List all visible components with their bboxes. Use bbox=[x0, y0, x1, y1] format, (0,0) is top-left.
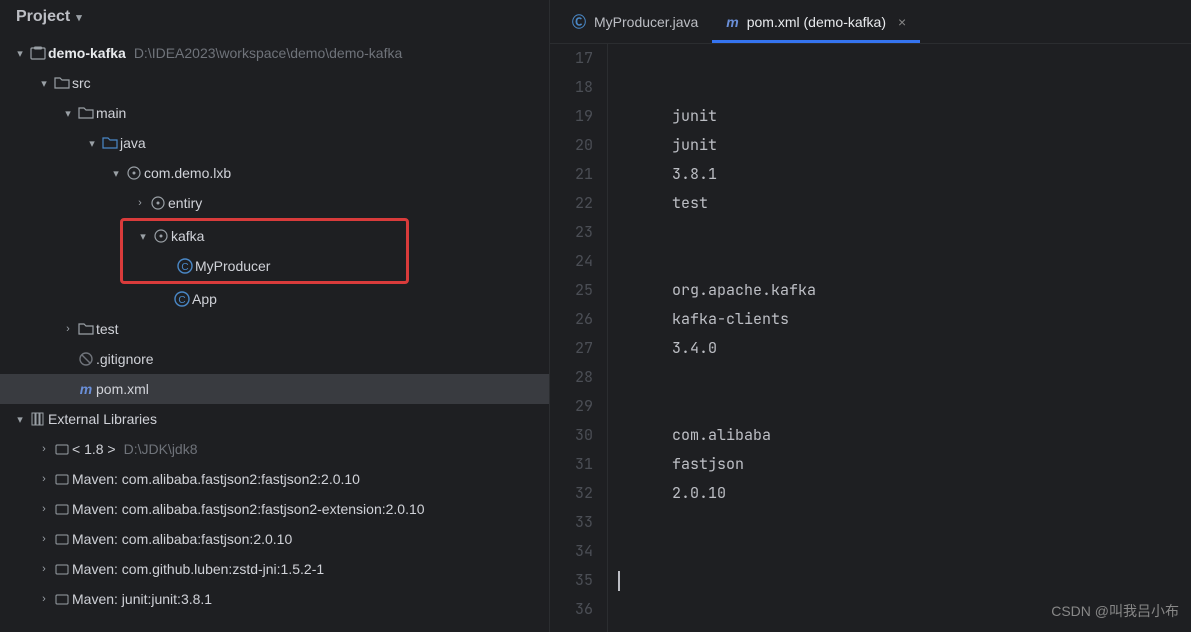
tree-label: kafka bbox=[171, 228, 204, 244]
highlight-box: ▾ kafka C MyProducer bbox=[120, 218, 409, 284]
project-panel: Project ▾ ▾ demo-kafka D:\IDEA2023\works… bbox=[0, 0, 550, 632]
tree-label: main bbox=[96, 105, 126, 121]
chevron-right-icon: › bbox=[36, 473, 52, 485]
tree-label: java bbox=[120, 135, 146, 151]
tab-label: pom.xml (demo-kafka) bbox=[747, 14, 886, 30]
chevron-down-icon: ▾ bbox=[108, 167, 124, 180]
chevron-right-icon: › bbox=[36, 593, 52, 605]
editor-tabs: Ⓒ MyProducer.java m pom.xml (demo-kafka)… bbox=[550, 0, 1191, 44]
tree-path: D:\JDK\jdk8 bbox=[124, 441, 198, 457]
folder-icon bbox=[52, 75, 72, 91]
tree-lib[interactable]: › Maven: junit:junit:3.8.1 bbox=[0, 584, 549, 614]
tab-label: MyProducer.java bbox=[594, 14, 698, 30]
tree-java[interactable]: ▾ java bbox=[0, 128, 549, 158]
class-icon: C bbox=[175, 258, 195, 274]
chevron-down-icon: ▾ bbox=[36, 77, 52, 90]
tree-main[interactable]: ▾ main bbox=[0, 98, 549, 128]
tree-test[interactable]: › test bbox=[0, 314, 549, 344]
folder-icon bbox=[76, 105, 96, 121]
tab-myproducer[interactable]: Ⓒ MyProducer.java bbox=[558, 0, 712, 43]
tree-lib[interactable]: › Maven: com.github.luben:zstd-jni:1.5.2… bbox=[0, 554, 549, 584]
maven-icon: m bbox=[76, 381, 96, 397]
tree-package[interactable]: ▾ com.demo.lxb bbox=[0, 158, 549, 188]
chevron-down-icon: ▾ bbox=[12, 413, 28, 426]
tree-lib[interactable]: › Maven: com.alibaba.fastjson2:fastjson2… bbox=[0, 494, 549, 524]
svg-text:C: C bbox=[178, 295, 185, 306]
folder-icon bbox=[76, 321, 96, 337]
tree-label: Maven: com.alibaba:fastjson:2.0.10 bbox=[72, 531, 292, 547]
chevron-right-icon: › bbox=[36, 563, 52, 575]
library-icon bbox=[52, 501, 72, 517]
tree-gitignore[interactable]: .gitignore bbox=[0, 344, 549, 374]
library-icon bbox=[52, 531, 72, 547]
chevron-down-icon: ▾ bbox=[12, 47, 28, 60]
library-icon bbox=[52, 471, 72, 487]
tree-label: Maven: com.github.luben:zstd-jni:1.5.2-1 bbox=[72, 561, 324, 577]
tree-myproducer[interactable]: C MyProducer bbox=[123, 251, 406, 281]
maven-icon: m bbox=[726, 14, 738, 30]
code-area[interactable]: junit junit 3.8.1 test org.apache.kafka … bbox=[608, 44, 1191, 632]
tree-label: test bbox=[96, 321, 119, 337]
tree-entiry[interactable]: › entiry bbox=[0, 188, 549, 218]
tree-root-label: demo-kafka bbox=[48, 45, 126, 61]
tree-label: External Libraries bbox=[48, 411, 157, 427]
tree-src[interactable]: ▾ src bbox=[0, 68, 549, 98]
library-icon bbox=[52, 561, 72, 577]
tree-app[interactable]: C App bbox=[0, 284, 549, 314]
tree-label: Maven: junit:junit:3.8.1 bbox=[72, 591, 212, 607]
tree-lib[interactable]: › Maven: com.alibaba:fastjson:2.0.10 bbox=[0, 524, 549, 554]
tree-lib[interactable]: › Maven: com.alibaba.fastjson2:fastjson2… bbox=[0, 464, 549, 494]
source-folder-icon bbox=[100, 135, 120, 151]
tree-root[interactable]: ▾ demo-kafka D:\IDEA2023\workspace\demo\… bbox=[0, 38, 549, 68]
watermark: CSDN @叫我吕小布 bbox=[1051, 597, 1179, 626]
chevron-right-icon: › bbox=[132, 197, 148, 209]
editor-panel: Ⓒ MyProducer.java m pom.xml (demo-kafka)… bbox=[550, 0, 1191, 632]
chevron-right-icon: › bbox=[36, 443, 52, 455]
tree-label: MyProducer bbox=[195, 258, 270, 274]
close-icon[interactable]: × bbox=[898, 14, 906, 30]
chevron-down-icon: ▾ bbox=[135, 230, 151, 243]
tree-label: com.demo.lxb bbox=[144, 165, 231, 181]
code-editor[interactable]: 1718192021222324252627282930313233343536… bbox=[550, 44, 1191, 632]
tree-jdk[interactable]: › < 1.8 > D:\JDK\jdk8 bbox=[0, 434, 549, 464]
package-icon bbox=[124, 165, 144, 181]
tree-label: < 1.8 > bbox=[72, 441, 116, 457]
chevron-right-icon: › bbox=[36, 533, 52, 545]
chevron-down-icon: ▾ bbox=[60, 107, 76, 120]
tree-external-libraries[interactable]: ▾ External Libraries bbox=[0, 404, 549, 434]
chevron-down-icon: ▾ bbox=[76, 11, 82, 24]
tree-root-path: D:\IDEA2023\workspace\demo\demo-kafka bbox=[134, 45, 402, 61]
tree-label: Maven: com.alibaba.fastjson2:fastjson2-e… bbox=[72, 501, 425, 517]
project-header[interactable]: Project ▾ bbox=[0, 0, 549, 34]
library-icon bbox=[28, 411, 48, 427]
tree-label: .gitignore bbox=[96, 351, 154, 367]
jdk-icon bbox=[52, 441, 72, 457]
tab-pom[interactable]: m pom.xml (demo-kafka) × bbox=[712, 0, 920, 43]
tree-label: src bbox=[72, 75, 91, 91]
class-icon: Ⓒ bbox=[572, 12, 586, 32]
project-tree: ▾ demo-kafka D:\IDEA2023\workspace\demo\… bbox=[0, 34, 549, 632]
tree-label: entiry bbox=[168, 195, 202, 211]
package-icon bbox=[151, 228, 171, 244]
project-title: Project bbox=[16, 8, 70, 26]
tree-pom[interactable]: m pom.xml bbox=[0, 374, 549, 404]
line-gutter: 1718192021222324252627282930313233343536 bbox=[550, 44, 608, 632]
module-icon bbox=[28, 45, 48, 61]
class-icon: C bbox=[172, 291, 192, 307]
tree-label: App bbox=[192, 291, 217, 307]
chevron-right-icon: › bbox=[60, 323, 76, 335]
gitignore-icon bbox=[76, 351, 96, 367]
tree-kafka[interactable]: ▾ kafka bbox=[123, 221, 406, 251]
chevron-down-icon: ▾ bbox=[84, 137, 100, 150]
library-icon bbox=[52, 591, 72, 607]
package-icon bbox=[148, 195, 168, 211]
svg-text:C: C bbox=[181, 262, 188, 273]
chevron-right-icon: › bbox=[36, 503, 52, 515]
tree-label: Maven: com.alibaba.fastjson2:fastjson2:2… bbox=[72, 471, 360, 487]
tree-label: pom.xml bbox=[96, 381, 149, 397]
